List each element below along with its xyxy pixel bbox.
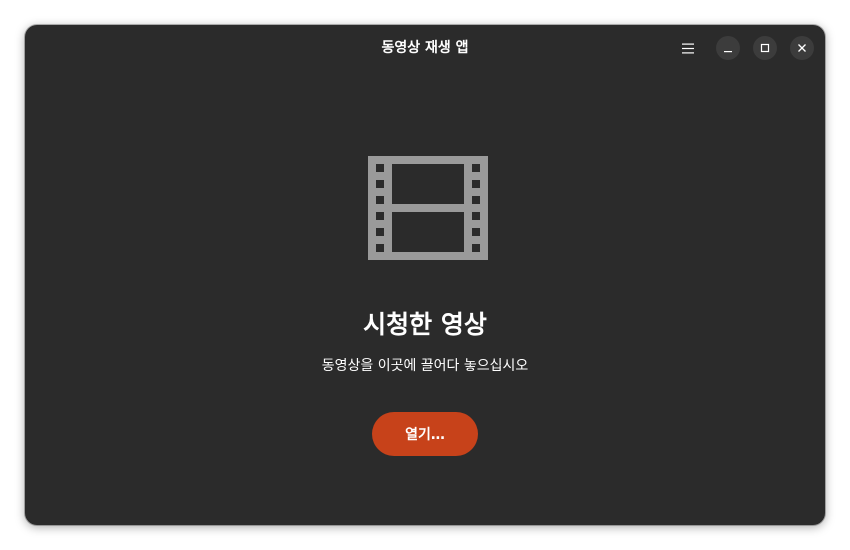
app-window: 동영상 재생 앱 시청한 영상 동영상을 이곳에 끌어다 놓으십시오 열기… <box>25 25 825 525</box>
empty-state: 시청한 영상 동영상을 이곳에 끌어다 놓으십시오 열기… <box>25 25 825 525</box>
film-icon <box>368 156 488 260</box>
empty-state-description: 동영상을 이곳에 끌어다 놓으십시오 <box>321 358 529 374</box>
empty-state-heading: 시청한 영상 <box>363 310 487 339</box>
open-button[interactable]: 열기… <box>372 412 478 456</box>
